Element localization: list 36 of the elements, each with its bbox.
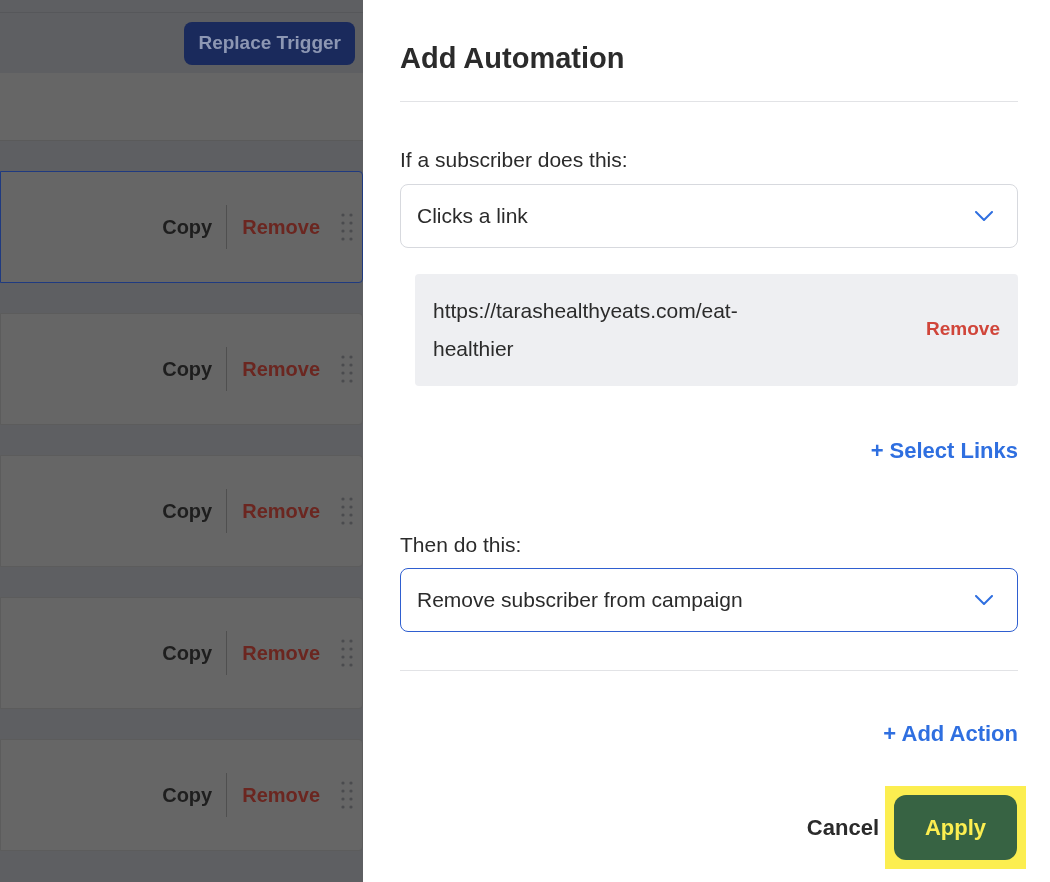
automation-card[interactable]: Copy Remove	[0, 597, 363, 709]
select-links-link[interactable]: + Select Links	[870, 433, 1018, 467]
automation-card[interactable]: Copy Remove	[0, 455, 363, 567]
replace-trigger-button[interactable]: Replace Trigger	[184, 21, 355, 65]
automation-card[interactable]: Copy Remove	[0, 313, 363, 425]
dropdown-select[interactable]: Clicks a link	[400, 183, 1018, 248]
copy-button[interactable]: Copy	[162, 780, 227, 810]
dropdown-select[interactable]: Remove subscriber from campaign	[400, 568, 1018, 632]
copy-button[interactable]: Copy	[162, 212, 227, 242]
drag-handle-icon[interactable]	[340, 780, 354, 810]
copy-button[interactable]: Copy	[162, 354, 227, 384]
chevron-down-icon	[975, 210, 993, 221]
select-value: Remove subscriber from campaign	[417, 587, 743, 614]
link-url: https://tarashealthyeats.com/eat-healthier	[433, 297, 739, 362]
field-label: If a subscriber does this:	[400, 147, 629, 173]
remove-button[interactable]: Remove	[227, 638, 340, 668]
remove-link-button[interactable]: Remove	[926, 315, 1000, 344]
apply-button[interactable]: Apply	[894, 795, 1017, 860]
remove-button[interactable]: Remove	[227, 496, 340, 526]
panel-title: Add Automation	[400, 41, 626, 76]
copy-button[interactable]: Copy	[162, 496, 227, 526]
remove-button[interactable]: Remove	[227, 212, 340, 242]
field-label: Then do this:	[400, 531, 523, 558]
drag-handle-icon[interactable]	[340, 354, 354, 384]
drag-handle-icon[interactable]	[340, 638, 354, 668]
remove-button[interactable]: Remove	[227, 354, 340, 384]
copy-button[interactable]: Copy	[162, 638, 227, 668]
select-value: Clicks a link	[417, 202, 528, 229]
drag-handle-icon[interactable]	[340, 212, 354, 242]
automation-card[interactable]: Copy Remove	[0, 739, 363, 851]
add-action-link[interactable]: + Add Action	[883, 717, 1018, 750]
chevron-down-icon	[975, 595, 993, 605]
remove-button[interactable]: Remove	[227, 780, 340, 810]
cancel-button[interactable]: Cancel	[806, 811, 879, 844]
automation-card[interactable]: Copy Remove	[0, 171, 363, 283]
drag-handle-icon[interactable]	[340, 496, 354, 526]
